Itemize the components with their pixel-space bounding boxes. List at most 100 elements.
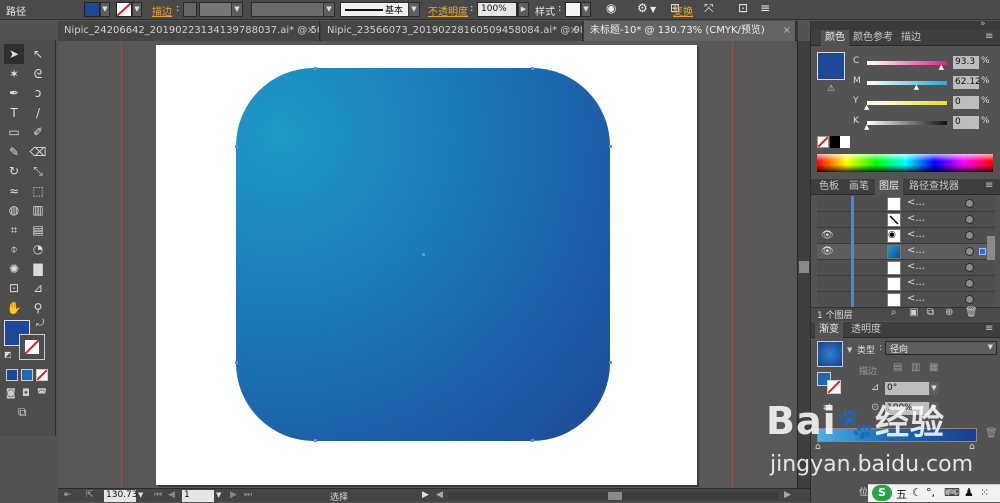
tab-stroke[interactable]: 描边 (897, 30, 925, 46)
screen-mode-icon[interactable]: ⧉ (18, 405, 27, 420)
gradient-type-select[interactable]: 径向 ▼ (885, 341, 997, 355)
fill-swatch[interactable] (84, 2, 100, 17)
hand-tool-icon[interactable]: ✋ (4, 298, 24, 318)
close-icon[interactable]: × (783, 21, 791, 41)
next-artboard-icon[interactable]: ▶ (230, 490, 237, 500)
channel-value-field[interactable]: 93.3 (953, 56, 979, 69)
style-swatch[interactable] (565, 2, 581, 17)
last-artboard-icon[interactable]: ⏭ (244, 490, 252, 500)
pencil-icon[interactable]: ✎ (4, 142, 24, 162)
variable-width-dropdown[interactable]: ▼ (251, 2, 335, 17)
magic-wand-icon[interactable]: ✶ (4, 64, 24, 84)
stroke-swatch[interactable] (116, 2, 132, 17)
swap-colors-icon[interactable]: ⤾ (36, 318, 44, 329)
channel-value-field[interactable]: 0 (953, 116, 979, 129)
hscroll-left-icon[interactable]: ◀ (436, 490, 443, 500)
channel-slider[interactable] (867, 61, 947, 65)
warp-tool-icon[interactable]: ≈ (4, 181, 24, 201)
hscroll-right-icon[interactable]: ▶ (784, 490, 791, 500)
opacity-label[interactable]: 不透明度 (428, 3, 468, 18)
layer-row[interactable]: 👁 <... (817, 244, 995, 260)
opacity-arrow[interactable]: ▶ (517, 2, 529, 17)
none-color-icon[interactable] (817, 136, 829, 148)
direct-selection-tool-icon[interactable]: ↖ (28, 44, 48, 64)
horizontal-scrollbar[interactable] (448, 492, 778, 500)
artboard-nav-icon[interactable]: ⇤ (64, 490, 72, 500)
doc-tab-1[interactable]: Nipic_24206642_20190223134139788037.ai* … (58, 21, 320, 41)
panel-menu-icon[interactable]: ≡ (985, 323, 993, 334)
artboard-tool-icon[interactable]: ⊡ (4, 278, 24, 298)
gradient-tool-icon[interactable]: ▤ (28, 220, 48, 240)
curvature-tool-icon[interactable]: ↄ (28, 83, 48, 103)
prev-artboard-icon[interactable]: ◀ (168, 490, 175, 500)
doc-tab-2[interactable]: Nipic_23566073_20190228160509458084.ai* … (321, 21, 583, 41)
status-menu-icon[interactable]: ▶ (422, 490, 429, 500)
type-tool-icon[interactable]: T (4, 103, 24, 123)
fill-dropdown[interactable]: ▼ (100, 2, 110, 17)
hscroll-thumb[interactable] (608, 492, 622, 500)
draw-inside-icon[interactable]: ◚ (37, 388, 47, 399)
color-spectrum-bar[interactable] (817, 154, 993, 172)
grid-menu-icon[interactable]: ⁙ (980, 486, 989, 499)
anchor-point[interactable] (609, 145, 612, 148)
align-settings-icon[interactable]: ⚙ (637, 1, 648, 15)
first-artboard-icon[interactable]: ⏮ (154, 490, 162, 500)
opacity-field[interactable]: 100% (477, 2, 517, 17)
anchor-point[interactable] (609, 361, 612, 364)
line-tool-icon[interactable]: / (28, 103, 48, 123)
gradient-stop-right[interactable]: ⌂ (969, 442, 975, 452)
channel-value-field[interactable]: 62.12 (953, 76, 979, 89)
align-dropdown-icon[interactable]: ▼ (650, 5, 656, 14)
channel-slider[interactable] (867, 101, 947, 105)
draw-behind-icon[interactable]: ◘ (22, 388, 30, 399)
tab-swatches[interactable]: 色板 (815, 179, 843, 195)
gradient-mode-icon[interactable] (21, 369, 33, 381)
layer-row[interactable]: <... (817, 260, 995, 276)
gradient-slider[interactable] (817, 428, 977, 442)
canvas[interactable] (58, 41, 796, 488)
new-layer-icon[interactable]: ⊕ (945, 307, 953, 318)
pen-tool-icon[interactable]: ✒ (4, 83, 24, 103)
target-circle-icon[interactable] (965, 199, 974, 208)
gradient-stroke-icon[interactable] (827, 380, 841, 394)
perspective-grid-icon[interactable]: ▥ (28, 200, 48, 220)
locate-object-icon[interactable]: ⌕ (891, 307, 897, 318)
gradient-preset-dropdown-icon[interactable]: ▼ (847, 346, 852, 354)
rectangle-tool-icon[interactable]: ▭ (4, 122, 24, 142)
stroke-within-icon[interactable]: ▤ (893, 362, 902, 373)
anchor-point[interactable] (314, 439, 317, 442)
layer-row[interactable]: 👁 ◉ <... (817, 228, 995, 244)
angle-field[interactable]: 0° (885, 382, 929, 395)
gradient-preview[interactable] (817, 341, 843, 367)
channel-slider[interactable] (867, 81, 947, 85)
color-mode-icon[interactable] (6, 369, 18, 381)
stroke-across-icon[interactable]: ▦ (929, 362, 938, 373)
default-colors-icon[interactable]: ◩ (4, 350, 12, 359)
shape-builder-icon[interactable]: ◍ (4, 200, 24, 220)
target-circle-icon[interactable] (965, 295, 974, 304)
draw-normal-icon[interactable]: ◙ (6, 388, 16, 399)
target-circle-icon[interactable] (965, 231, 974, 240)
isolate-icon[interactable]: ⤧ (704, 1, 714, 16)
slice-tool-icon[interactable]: ⊿ (28, 278, 48, 298)
vertical-scrollbar[interactable] (797, 41, 810, 488)
zoom-tool-icon[interactable]: ⚲ (28, 298, 48, 318)
brush-dropdown[interactable]: 基本 ▼ (340, 2, 420, 17)
panel-menu-icon[interactable]: ≡ (760, 1, 770, 15)
keyboard-icon[interactable]: ⌨ (944, 486, 960, 499)
stroke-label[interactable]: 描边 (152, 3, 172, 18)
anchor-point[interactable] (531, 439, 534, 442)
slider-thumb[interactable]: ▲ (939, 63, 944, 71)
free-transform-icon[interactable]: ⬚ (28, 181, 48, 201)
target-circle-icon[interactable] (965, 215, 974, 224)
anchor-point[interactable] (235, 145, 238, 148)
layers-scroll-thumb[interactable] (987, 236, 995, 260)
share-icon[interactable]: ⇱ (86, 490, 94, 500)
artboard-number-field[interactable]: 1 (182, 490, 214, 502)
target-circle-icon[interactable] (965, 279, 974, 288)
artboard-dropdown-icon[interactable]: ▼ (216, 491, 221, 499)
transform-label[interactable]: 变换 (673, 3, 693, 18)
target-circle-icon[interactable] (965, 263, 974, 272)
aspect-ratio-field[interactable]: 100% (885, 402, 929, 415)
delete-layer-icon[interactable]: 🗑 (965, 307, 978, 318)
